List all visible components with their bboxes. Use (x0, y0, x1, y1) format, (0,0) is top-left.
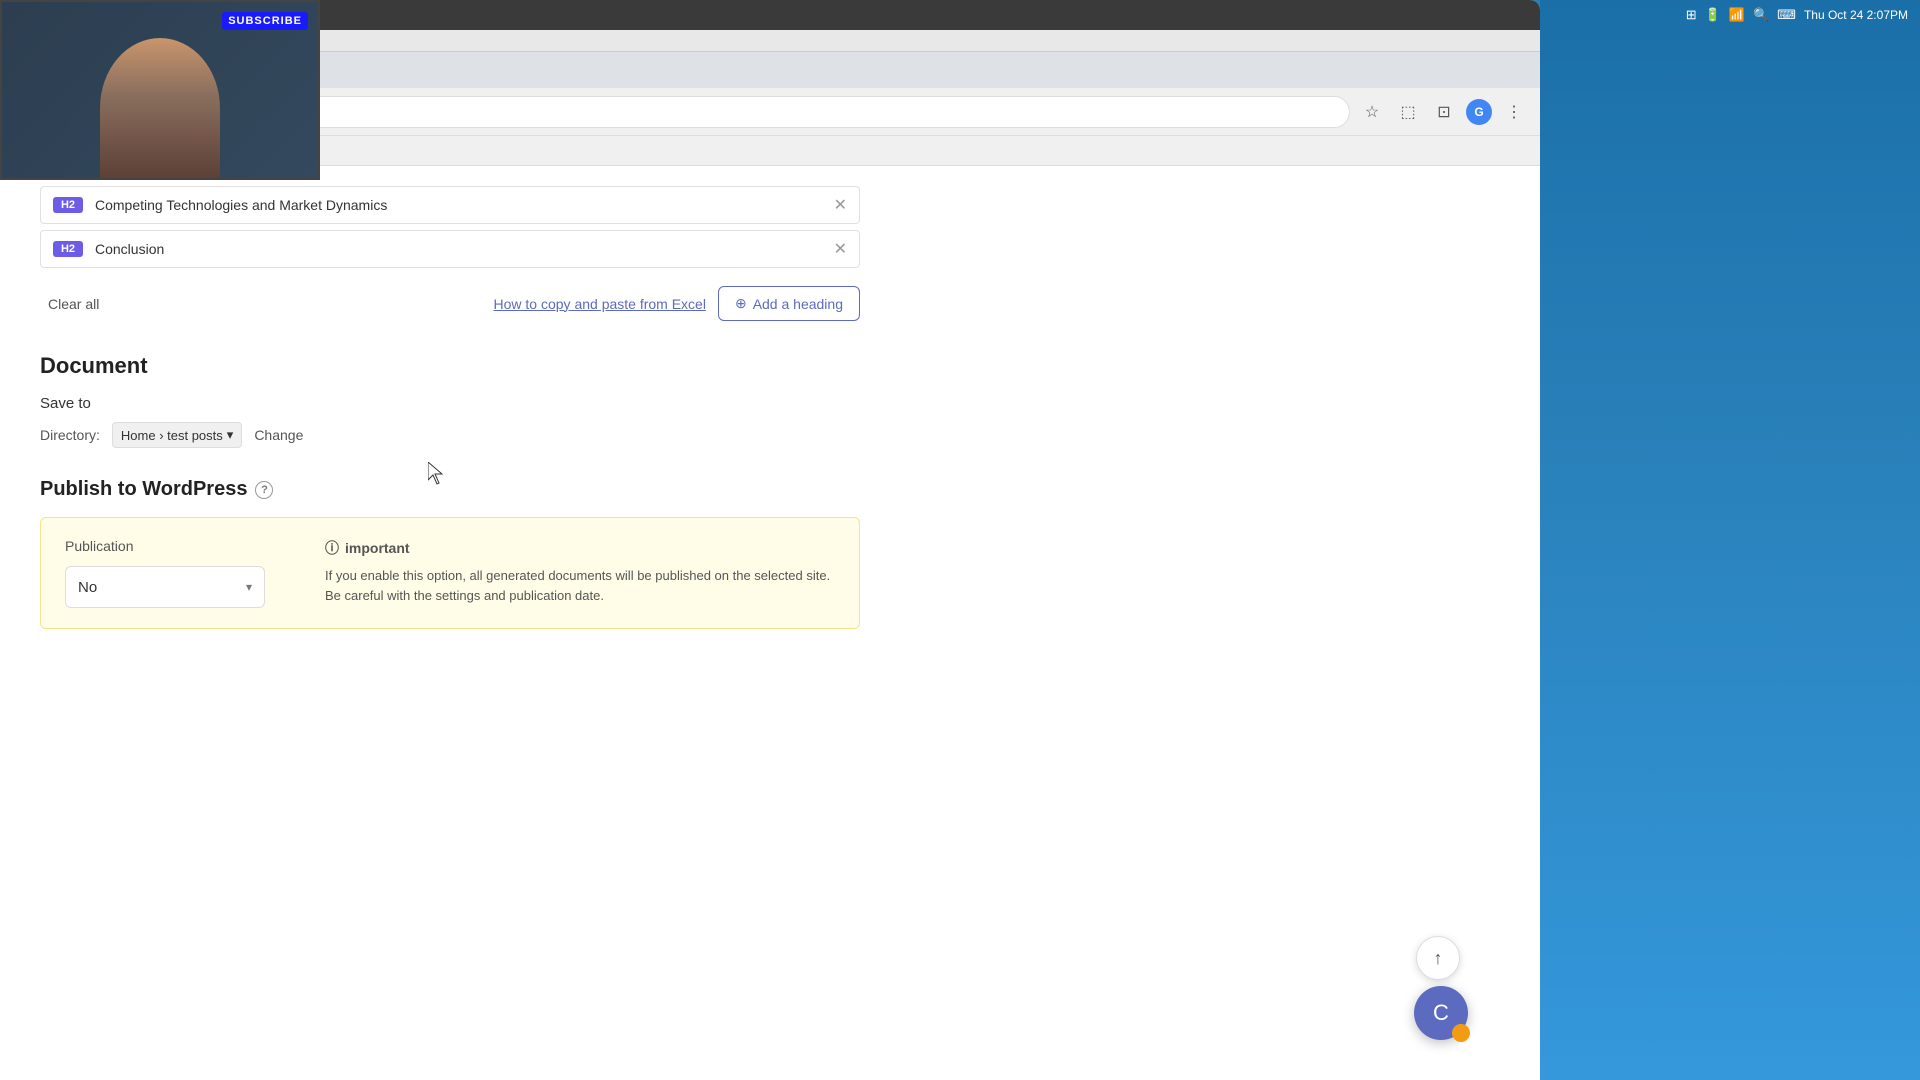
desktop-background: ⊞ 🔋 📶 🔍 ⌨ Thu Oct 24 2:07PM (1540, 0, 1920, 1080)
document-title: Document (40, 353, 860, 379)
publication-left: Publication No ▾ (65, 538, 285, 608)
video-content: SUBSCRIBE (2, 2, 318, 178)
publication-value: No (78, 579, 97, 596)
action-bar: Clear all How to copy and paste from Exc… (40, 274, 860, 333)
publish-title-text: Publish to WordPress (40, 478, 247, 501)
action-right: How to copy and paste from Excel ⊕ Add a… (494, 286, 860, 321)
directory-label: Directory: (40, 427, 100, 443)
plus-circle-icon: ⊕ (735, 295, 747, 312)
battery-icon: 🔋 (1705, 7, 1721, 23)
add-heading-button[interactable]: ⊕ Add a heading (718, 286, 860, 321)
add-heading-label: Add a heading (753, 296, 843, 312)
input-icon: ⌨ (1777, 7, 1796, 23)
chevron-down-icon: ▾ (227, 427, 234, 443)
search-icon: 🔍 (1753, 7, 1769, 23)
publish-section: Publish to WordPress ? Publication No ▾ … (40, 478, 860, 629)
important-text: If you enable this option, all generated… (325, 566, 835, 605)
extension-icon[interactable]: ⬚ (1394, 98, 1422, 126)
important-header: ⓘ important (325, 538, 835, 558)
scroll-to-top-button[interactable]: ↑ (1416, 936, 1460, 980)
subscribe-badge: SUBSCRIBE (222, 12, 308, 30)
publication-label: Publication (65, 538, 285, 554)
help-icon[interactable]: ? (255, 481, 273, 499)
publication-card: Publication No ▾ ⓘ important If you enab… (40, 517, 860, 629)
video-person (100, 38, 220, 178)
display-icon: ⊞ (1686, 7, 1697, 23)
excel-link[interactable]: How to copy and paste from Excel (494, 296, 706, 312)
headings-section: H2 Competing Technologies and Market Dyn… (40, 186, 860, 268)
clear-all-button[interactable]: Clear all (40, 292, 107, 316)
chat-icon: C (1433, 1000, 1449, 1026)
important-label: important (345, 540, 410, 556)
chat-notification-badge (1452, 1024, 1470, 1042)
publication-select[interactable]: No ▾ (65, 566, 265, 608)
system-time: Thu Oct 24 2:07PM (1804, 8, 1908, 22)
toolbar-right: ☆ ⬚ ⊡ G ⋮ (1358, 98, 1528, 126)
heading-badge-2: H2 (53, 241, 83, 257)
browser-menu-button[interactable]: ⋮ (1500, 98, 1528, 126)
change-link[interactable]: Change (254, 427, 303, 443)
select-chevron-icon: ▾ (246, 580, 252, 594)
document-content: H2 Competing Technologies and Market Dyn… (0, 166, 900, 649)
heading-row-1: H2 Competing Technologies and Market Dyn… (40, 186, 860, 224)
heading-text-1: Competing Technologies and Market Dynami… (95, 197, 834, 213)
heading-text-2: Conclusion (95, 241, 834, 257)
heading-close-2[interactable]: ✕ (834, 239, 847, 259)
heading-close-1[interactable]: ✕ (834, 195, 847, 215)
publish-title: Publish to WordPress ? (40, 478, 860, 501)
wifi-icon: 📶 (1729, 7, 1745, 23)
save-to-label: Save to (40, 395, 860, 412)
bookmark-star-icon[interactable]: ☆ (1358, 98, 1386, 126)
heading-badge-1: H2 (53, 197, 83, 213)
heading-row-2: H2 Conclusion ✕ (40, 230, 860, 268)
directory-value: Home › test posts (121, 428, 223, 443)
info-circle-icon: ⓘ (325, 538, 339, 558)
directory-row: Directory: Home › test posts ▾ Change (40, 422, 860, 448)
video-overlay: SUBSCRIBE (0, 0, 320, 180)
important-section: ⓘ important If you enable this option, a… (325, 538, 835, 608)
profile-icon[interactable]: G (1466, 99, 1492, 125)
system-bar: ⊞ 🔋 📶 🔍 ⌨ Thu Oct 24 2:07PM (1540, 0, 1920, 30)
cast-icon[interactable]: ⊡ (1430, 98, 1458, 126)
page-content: H2 Competing Technologies and Market Dyn… (0, 166, 1540, 1080)
directory-dropdown[interactable]: Home › test posts ▾ (112, 422, 242, 448)
document-section: Document Save to Directory: Home › test … (40, 353, 860, 448)
